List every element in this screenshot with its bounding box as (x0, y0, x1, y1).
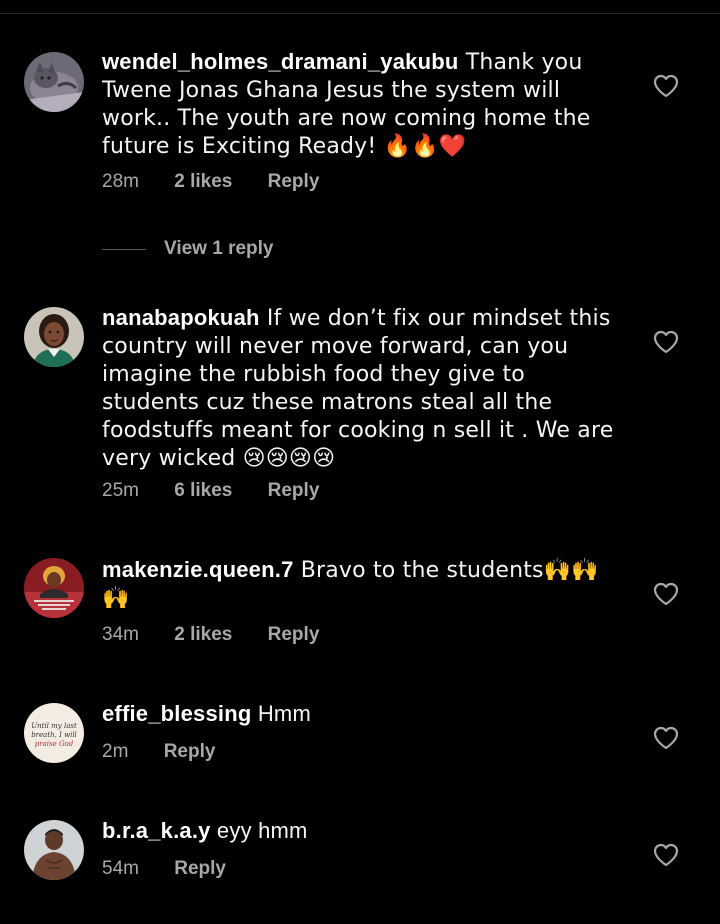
comment-time: 28m (102, 171, 139, 192)
comment-time: 54m (102, 858, 139, 879)
reply-button[interactable]: Reply (268, 480, 320, 502)
comment-meta: 2m Reply (102, 741, 215, 763)
reply-button[interactable]: Reply (268, 624, 320, 646)
avatar-quote-line: breath, I will (31, 731, 77, 739)
heart-icon[interactable] (653, 843, 679, 867)
view-replies-label: View 1 reply (164, 238, 274, 259)
avatar-quote-line: Until my last (31, 722, 77, 730)
comment-username[interactable]: effie_blessing (102, 701, 252, 726)
reply-button[interactable]: Reply (174, 858, 226, 880)
comment-text: wendel_holmes_dramani_yakubu Thank you T… (102, 48, 622, 160)
comment-username[interactable]: makenzie.queen.7 (102, 557, 294, 582)
reply-button[interactable]: Reply (268, 171, 320, 193)
reply-button[interactable]: Reply (164, 741, 216, 763)
comment-meta: 28m 2 likes Reply (102, 171, 319, 193)
likes-count[interactable]: 2 likes (174, 624, 232, 646)
comment-username[interactable]: wendel_holmes_dramani_yakubu (102, 49, 459, 74)
comment-meta: 25m 6 likes Reply (102, 480, 319, 502)
comment-username[interactable]: nanabapokuah (102, 305, 260, 330)
avatar[interactable] (24, 558, 84, 618)
comment-meta: 54m Reply (102, 858, 226, 880)
comment-meta: 34m 2 likes Reply (102, 624, 319, 646)
heart-icon[interactable] (653, 74, 679, 98)
likes-count[interactable]: 2 likes (174, 171, 232, 193)
comment-time: 34m (102, 624, 139, 645)
comment-body: eyy hmm (210, 818, 308, 843)
top-divider (0, 13, 720, 14)
likes-count[interactable]: 6 likes (174, 480, 232, 502)
comment-text: effie_blessing Hmm (102, 700, 622, 727)
comment-time: 2m (102, 741, 129, 762)
comment-text: nanabapokuah If we don’t fix our mindset… (102, 304, 622, 472)
avatar[interactable] (24, 52, 84, 112)
comment-body: If we don’t fix our mindset this country… (102, 306, 614, 471)
comment-text: b.r.a_k.a.y eyy hmm (102, 817, 622, 844)
view-replies-button[interactable]: View 1 reply (102, 235, 274, 263)
heart-icon[interactable] (653, 726, 679, 750)
avatar[interactable] (24, 820, 84, 880)
comment-time: 25m (102, 480, 139, 501)
view-replies-line (102, 248, 146, 250)
comment-text: makenzie.queen.7 Bravo to the students🙌🙌… (102, 556, 622, 612)
avatar[interactable]: Until my last breath, I will praise God (24, 703, 84, 763)
heart-icon[interactable] (653, 582, 679, 606)
comment-username[interactable]: b.r.a_k.a.y (102, 818, 211, 843)
comment-body: Hmm (251, 701, 311, 726)
avatar[interactable] (24, 307, 84, 367)
avatar-quote-line: praise God (35, 740, 74, 748)
heart-icon[interactable] (653, 330, 679, 354)
